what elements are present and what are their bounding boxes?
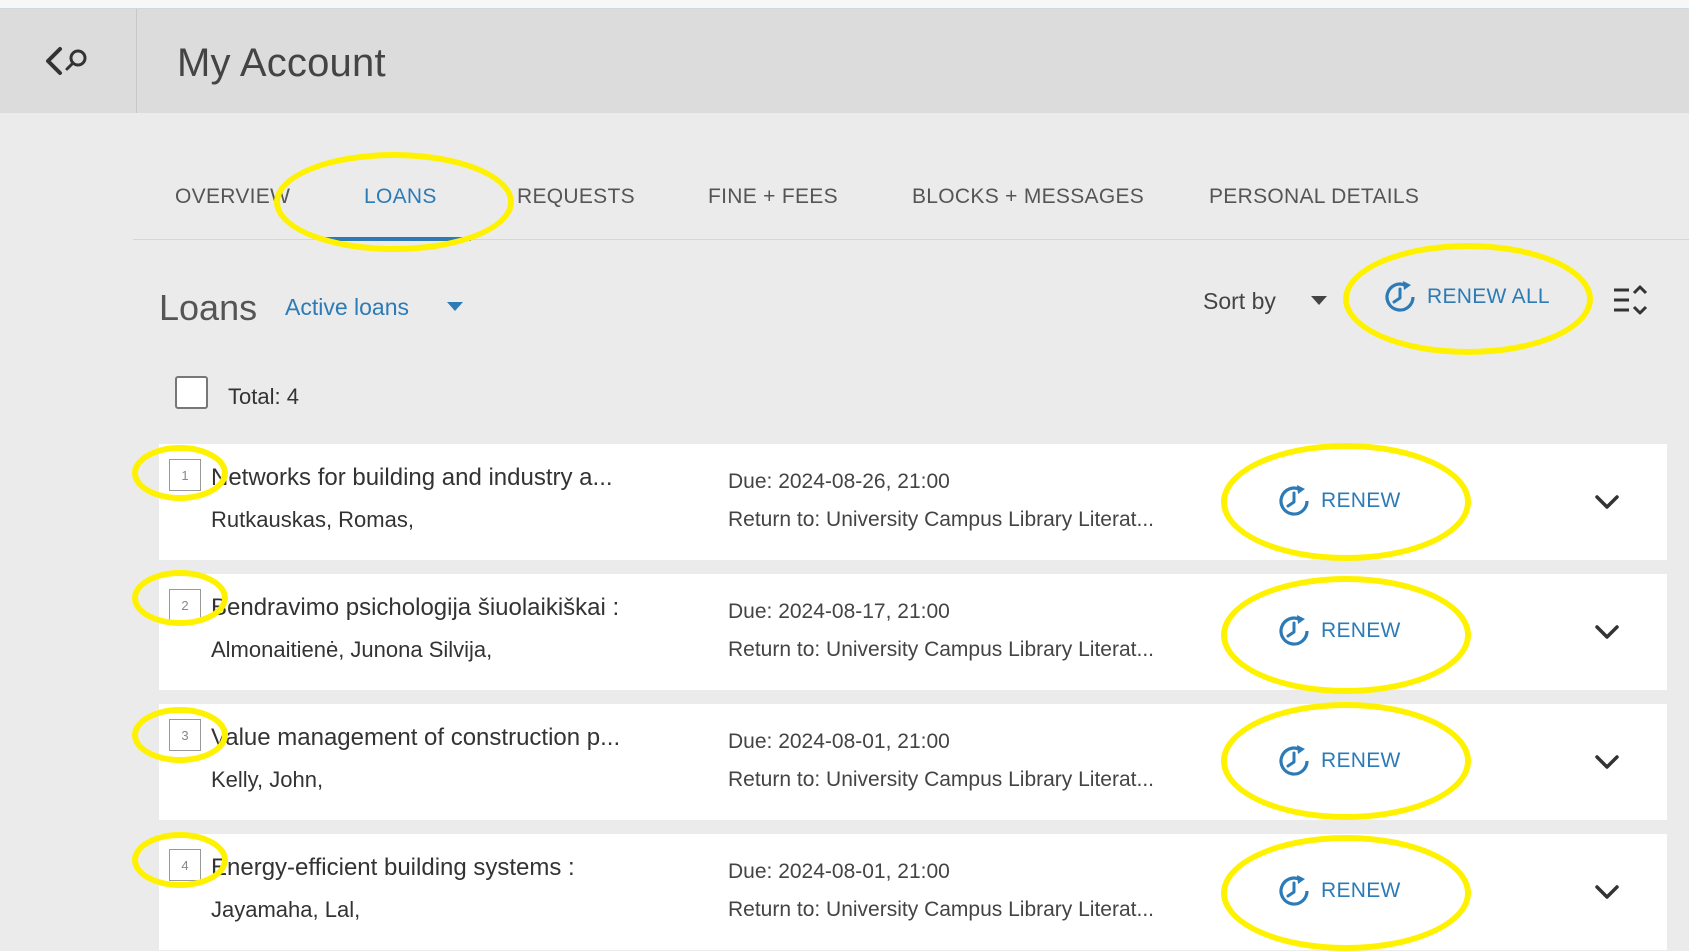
loan-author: Jayamaha, Lal, — [211, 897, 361, 922]
loan-select-checkbox[interactable]: 1 — [169, 459, 201, 491]
chevron-down-icon[interactable] — [1593, 752, 1621, 772]
chevron-down-icon[interactable] — [1593, 882, 1621, 902]
tab-loans[interactable]: LOANS — [364, 185, 437, 209]
loan-title[interactable]: Value management of construction p... — [211, 724, 620, 752]
loan-select-checkbox[interactable]: 2 — [169, 589, 201, 621]
loan-due-date: Due: 2024-08-01, 21:00 — [728, 730, 950, 753]
loan-row[interactable]: 4 Energy-efficient building systems : Ja… — [159, 834, 1667, 950]
tab-requests[interactable]: REQUESTS — [517, 185, 635, 209]
loan-return-location: Return to: University Campus Library Lit… — [728, 638, 1154, 661]
renew-clock-icon — [1279, 485, 1309, 516]
active-tab-underline — [322, 237, 471, 241]
loan-row[interactable]: 3 Value management of construction p... … — [159, 704, 1667, 820]
loan-return-location: Return to: University Campus Library Lit… — [728, 768, 1154, 791]
renew-clock-icon — [1279, 745, 1309, 776]
loan-row[interactable]: 2 Bendravimo psichologija šiuolaikiškai … — [159, 574, 1667, 690]
back-search-icon — [46, 47, 87, 75]
page-title: My Account — [177, 41, 386, 85]
caret-down-icon[interactable] — [1310, 295, 1328, 307]
loans-filter-dropdown[interactable]: Active loans — [285, 294, 409, 321]
chevron-down-icon[interactable] — [1593, 492, 1621, 512]
renew-clock-icon — [1279, 875, 1309, 906]
renew-button[interactable]: RENEW — [1277, 484, 1401, 518]
app-header: My Account — [0, 9, 1689, 113]
back-search-button[interactable] — [0, 9, 137, 113]
renew-label: RENEW — [1321, 489, 1401, 512]
loan-title[interactable]: Networks for building and industry a... — [211, 464, 613, 492]
loan-select-checkbox[interactable]: 4 — [169, 849, 201, 881]
tab-blocks-messages[interactable]: BLOCKS + MESSAGES — [912, 185, 1144, 209]
account-tabs: OVERVIEW LOANS REQUESTS FINE + FEES BLOC… — [133, 175, 1689, 241]
loan-title[interactable]: Bendravimo psichologija šiuolaikiškai : — [211, 594, 619, 622]
loan-due-date: Due: 2024-08-26, 21:00 — [728, 470, 950, 493]
caret-down-icon[interactable] — [446, 301, 464, 313]
loan-due-date: Due: 2024-08-17, 21:00 — [728, 600, 950, 623]
loan-row[interactable]: 1 Networks for building and industry a..… — [159, 444, 1667, 560]
sort-by-dropdown[interactable]: Sort by — [1203, 288, 1276, 315]
list-toggle-icon[interactable] — [1612, 284, 1650, 318]
renew-all-button[interactable]: RENEW ALL — [1383, 280, 1550, 314]
renew-button[interactable]: RENEW — [1277, 874, 1401, 908]
tab-fine-fees[interactable]: FINE + FEES — [708, 185, 838, 209]
renew-clock-icon — [1279, 615, 1309, 646]
select-all-checkbox[interactable] — [175, 376, 208, 409]
renew-label: RENEW — [1321, 619, 1401, 642]
renew-label: RENEW — [1321, 749, 1401, 772]
total-count: Total: 4 — [228, 384, 299, 409]
renew-button[interactable]: RENEW — [1277, 744, 1401, 778]
tab-overview[interactable]: OVERVIEW — [175, 185, 290, 209]
loan-author: Kelly, John, — [211, 767, 324, 792]
tab-personal-details[interactable]: PERSONAL DETAILS — [1209, 185, 1419, 209]
renew-all-label: RENEW ALL — [1427, 285, 1550, 308]
loan-return-location: Return to: University Campus Library Lit… — [728, 508, 1154, 531]
loan-due-date: Due: 2024-08-01, 21:00 — [728, 860, 950, 883]
loan-author: Almonaitienė, Junona Silvija, — [211, 637, 493, 662]
loan-title[interactable]: Energy-efficient building systems : — [211, 854, 575, 882]
loan-select-checkbox[interactable]: 3 — [169, 719, 201, 751]
loan-author: Rutkauskas, Romas, — [211, 507, 414, 532]
renew-label: RENEW — [1321, 879, 1401, 902]
renew-clock-icon — [1385, 281, 1415, 312]
loan-return-location: Return to: University Campus Library Lit… — [728, 898, 1154, 921]
chevron-down-icon[interactable] — [1593, 622, 1621, 642]
renew-button[interactable]: RENEW — [1277, 614, 1401, 648]
top-strip — [0, 0, 1689, 9]
loans-heading: Loans — [159, 287, 258, 328]
